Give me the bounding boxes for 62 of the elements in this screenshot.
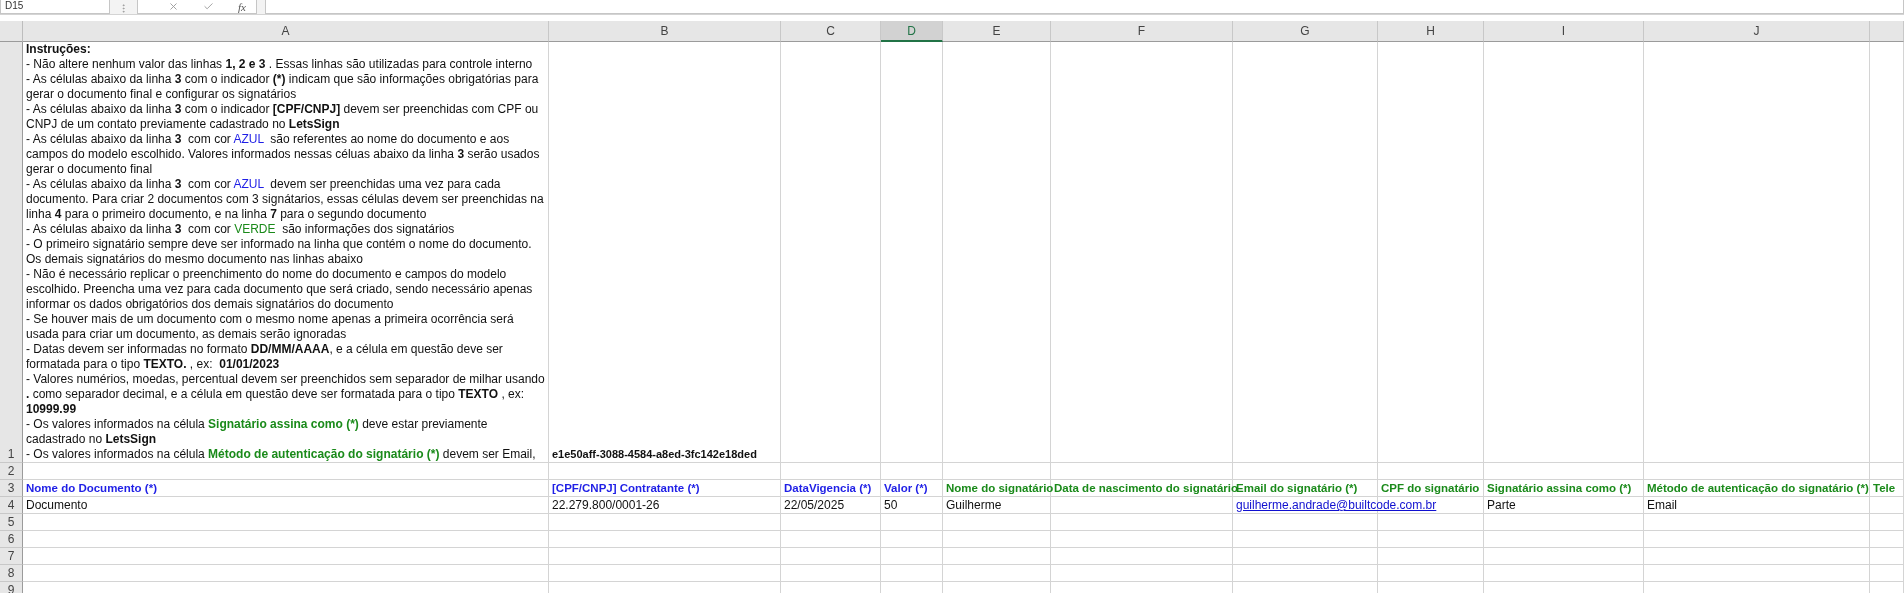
instruction-line: - Não altere nenhum valor das linhas 1, 2 e 3 . Essas linhas são utilizadas para controle interno [26, 57, 534, 72]
empty-cell [1870, 463, 1904, 480]
column-title-cell: Valor (*) [881, 480, 943, 497]
table-cell: 22.279.800/0001-26 [549, 497, 781, 514]
column-header[interactable]: C [781, 21, 881, 42]
check-icon[interactable] [203, 1, 214, 12]
column-header[interactable]: F [1051, 21, 1233, 42]
column-title-cell: DataVigencia (*) [781, 480, 881, 497]
instruction-line: - Não é necessário replicar o preenchimento do nome do documento e campos do modelo escolhido. Preencha uma vez para cada documento que será criado, sendo necessário apenas informar os dados obrigatórios dos demais signatários do documento [26, 267, 534, 312]
empty-cell [1870, 565, 1904, 582]
column-header[interactable] [1870, 21, 1904, 42]
column-header[interactable]: G [1233, 21, 1378, 42]
column-header[interactable]: J [1644, 21, 1870, 42]
empty-cell [1870, 514, 1904, 531]
column-title-cell: Método de autenticação do signatário (*) [1644, 480, 1870, 497]
email-link[interactable]: guilherme.andrade@builtcode.com.br [1236, 497, 1437, 513]
column-title-cell: [CPF/CNPJ] Contratante (*) [549, 480, 781, 497]
table-cell: Email [1644, 497, 1870, 514]
table-cell: 22/05/2025 [781, 497, 881, 514]
table-cell: Documento [23, 497, 549, 514]
function-button[interactable]: fx [238, 0, 246, 13]
column-title-cell: Nome do Documento (*) [23, 480, 549, 497]
column-header[interactable]: A [23, 21, 549, 42]
instruction-line: - As células abaixo da linha 3 com cor VERDE são informações dos signatários [26, 222, 456, 237]
empty-cell [881, 565, 943, 582]
empty-cell [881, 463, 943, 480]
table-cell: e1e50aff-3088-4584-a8ed-3fc142e18ded [549, 42, 781, 463]
row-number[interactable]: 4 [0, 497, 23, 514]
formula-field[interactable] [264, 0, 1904, 14]
empty-cell [1870, 548, 1904, 565]
instruction-line: - O primeiro signatário sempre deve ser informado na linha que contém o nome do documento. Os demais signatários do mesmo documento nas linhas abaixo [26, 237, 533, 267]
column-header[interactable]: H [1378, 21, 1484, 42]
column-title-cell: CPF do signatário [1378, 480, 1484, 497]
select-all-corner[interactable] [0, 21, 23, 42]
column-title-cell: Signatário assina como (*) [1484, 480, 1644, 497]
table-cell: Guilherme [943, 497, 1051, 514]
instruction-line: - Os valores informados na célula Método de autenticação do signatário (*) devem ser Email, [26, 447, 537, 462]
empty-cell [1870, 497, 1904, 514]
name-box[interactable]: D15 [0, 0, 110, 14]
row-number[interactable]: 6 [0, 531, 23, 548]
empty-cell [881, 548, 943, 565]
table-cell: Parte [1484, 497, 1644, 514]
column-header[interactable]: E [943, 21, 1051, 42]
row-number[interactable]: 8 [0, 565, 23, 582]
empty-cell [881, 531, 943, 548]
instruction-line: - Datas devem ser informadas no formato DD/MM/AAAA, e a célula em questão deve ser formatada para o tipo TEXTO. , ex: 01/01/2023 [26, 342, 504, 372]
empty-cell [881, 514, 943, 531]
column-title-cell: Nome do signatário [943, 480, 1051, 497]
column-header[interactable]: D [881, 21, 943, 42]
row-number[interactable]: 7 [0, 548, 23, 565]
empty-cell [1870, 531, 1904, 548]
table-cell: 50 [881, 497, 943, 514]
column-header[interactable]: B [549, 21, 781, 42]
row-number[interactable]: 1 [0, 42, 23, 463]
row-number[interactable]: 2 [0, 463, 23, 480]
column-header[interactable]: I [1484, 21, 1644, 42]
column-title-cell: Tele [1870, 480, 1904, 497]
instructions-title: Instruções: [26, 42, 91, 57]
row-number[interactable]: 3 [0, 480, 23, 497]
row-number[interactable]: 5 [0, 514, 23, 531]
instruction-line: - Se houver mais de um documento com o mesmo nome apenas a primeira ocorrência será usada para criar um documento, as demais serão ignoradas [26, 312, 515, 342]
close-icon[interactable] [168, 1, 179, 12]
